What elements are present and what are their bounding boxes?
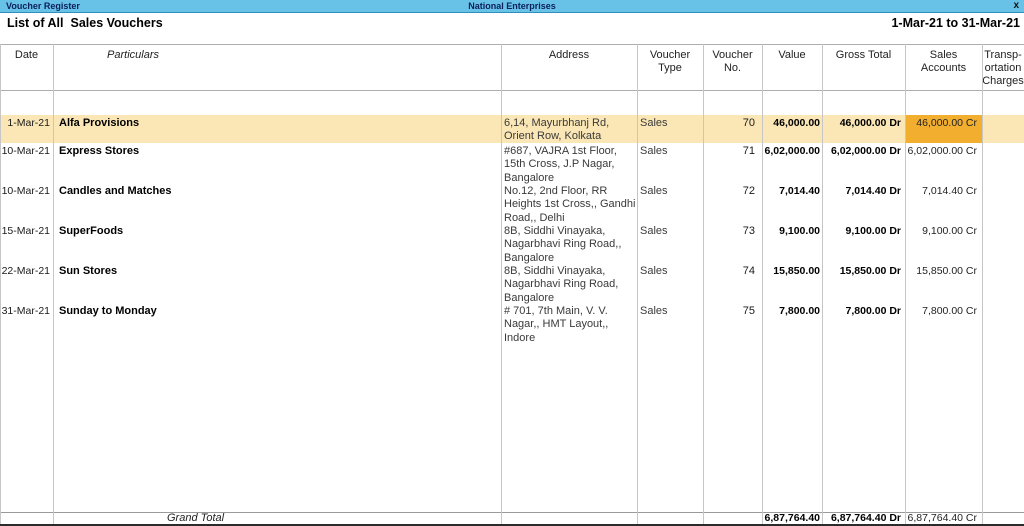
row-voucher-type: Sales bbox=[637, 303, 703, 343]
row-particulars: Sunday to Monday bbox=[53, 303, 501, 343]
row-gross-total: 7,800.00 Dr bbox=[822, 303, 905, 343]
header-bottom-border bbox=[0, 90, 1024, 91]
titlebar: Voucher Register National Enterprises x bbox=[0, 0, 1024, 13]
row-value: 7,014.40 bbox=[762, 183, 822, 223]
row-voucher-no: 70 bbox=[703, 115, 762, 143]
report-title-prefix: List of All bbox=[7, 16, 63, 30]
row-value: 6,02,000.00 bbox=[762, 143, 822, 183]
row-transportation-charges bbox=[982, 143, 1024, 183]
row-sales-accounts[interactable]: 6,02,000.00 Cr bbox=[905, 143, 982, 183]
row-sales-accounts[interactable]: 7,800.00 Cr bbox=[905, 303, 982, 343]
row-particulars: SuperFoods bbox=[53, 223, 501, 263]
row-transportation-charges bbox=[982, 263, 1024, 303]
row-gross-total: 9,100.00 Dr bbox=[822, 223, 905, 263]
row-address: 8B, Siddhi Vinayaka, Nagarbhavi Ring Roa… bbox=[501, 263, 637, 303]
row-voucher-no: 75 bbox=[703, 303, 762, 343]
row-transportation-charges bbox=[982, 183, 1024, 223]
table-row[interactable]: 10-Mar-21 Candles and Matches No.12, 2nd… bbox=[0, 183, 1024, 223]
row-transportation-charges bbox=[982, 115, 1024, 143]
col-header-date: Date bbox=[0, 45, 53, 90]
row-address: 8B, Siddhi Vinayaka, Nagarbhavi Ring Roa… bbox=[501, 223, 637, 263]
row-gross-total: 15,850.00 Dr bbox=[822, 263, 905, 303]
row-voucher-no: 72 bbox=[703, 183, 762, 223]
row-voucher-no: 74 bbox=[703, 263, 762, 303]
col-header-voucher-no: Voucher No. bbox=[703, 45, 762, 90]
row-value: 9,100.00 bbox=[762, 223, 822, 263]
table-row[interactable]: 15-Mar-21 SuperFoods 8B, Siddhi Vinayaka… bbox=[0, 223, 1024, 263]
row-address: #687, VAJRA 1st Floor, 15th Cross, J.P N… bbox=[501, 143, 637, 183]
row-date: 31-Mar-21 bbox=[0, 303, 53, 343]
row-voucher-no: 71 bbox=[703, 143, 762, 183]
col-header-transportation-charges: Transp- ortation Charges bbox=[982, 45, 1024, 90]
row-gross-total: 7,014.40 Dr bbox=[822, 183, 905, 223]
table-row[interactable]: 1-Mar-21 Alfa Provisions 6,14, Mayurbhan… bbox=[0, 115, 1024, 143]
voucher-register-window: Voucher Register National Enterprises x … bbox=[0, 0, 1024, 526]
table-row[interactable]: 10-Mar-21 Express Stores #687, VAJRA 1st… bbox=[0, 143, 1024, 183]
row-particulars: Candles and Matches bbox=[53, 183, 501, 223]
col-header-value: Value bbox=[762, 45, 822, 90]
row-transportation-charges bbox=[982, 303, 1024, 343]
row-voucher-type: Sales bbox=[637, 115, 703, 143]
row-date: 22-Mar-21 bbox=[0, 263, 53, 303]
row-transportation-charges bbox=[982, 223, 1024, 263]
row-address: No.12, 2nd Floor, RR Heights 1st Cross,,… bbox=[501, 183, 637, 223]
col-header-particulars: Particulars bbox=[53, 45, 213, 90]
row-value: 15,850.00 bbox=[762, 263, 822, 303]
row-address: # 701, 7th Main, V. V. Nagar,, HMT Layou… bbox=[501, 303, 637, 343]
table-row[interactable]: 22-Mar-21 Sun Stores 8B, Siddhi Vinayaka… bbox=[0, 263, 1024, 303]
report-title: List of All Sales Vouchers bbox=[7, 16, 163, 30]
row-value: 46,000.00 bbox=[762, 115, 822, 143]
row-date: 15-Mar-21 bbox=[0, 223, 53, 263]
row-voucher-type: Sales bbox=[637, 223, 703, 263]
row-sales-accounts[interactable]: 46,000.00 Cr bbox=[905, 115, 982, 143]
col-header-gross-total: Gross Total bbox=[822, 45, 905, 90]
col-header-address: Address bbox=[501, 45, 637, 90]
row-address: 6,14, Mayurbhanj Rd, Orient Row, Kolkata bbox=[501, 115, 637, 143]
row-sales-accounts[interactable]: 7,014.40 Cr bbox=[905, 183, 982, 223]
col-header-voucher-type: Voucher Type bbox=[637, 45, 703, 90]
row-voucher-type: Sales bbox=[637, 143, 703, 183]
report-period[interactable]: 1-Mar-21 to 31-Mar-21 bbox=[891, 16, 1020, 30]
row-date: 1-Mar-21 bbox=[0, 115, 53, 143]
row-date: 10-Mar-21 bbox=[0, 183, 53, 223]
row-particulars: Express Stores bbox=[53, 143, 501, 183]
row-date: 10-Mar-21 bbox=[0, 143, 53, 183]
row-sales-accounts[interactable]: 15,850.00 Cr bbox=[905, 263, 982, 303]
col-header-sales-accounts: Sales Accounts bbox=[905, 45, 982, 90]
report-header: List of All Sales Vouchers 1-Mar-21 to 31… bbox=[0, 13, 1024, 44]
row-voucher-no: 73 bbox=[703, 223, 762, 263]
row-particulars: Sun Stores bbox=[53, 263, 501, 303]
row-value: 7,800.00 bbox=[762, 303, 822, 343]
table-row[interactable]: 31-Mar-21 Sunday to Monday # 701, 7th Ma… bbox=[0, 303, 1024, 343]
report-title-type: Sales Vouchers bbox=[70, 16, 162, 30]
close-icon[interactable]: x bbox=[1013, 0, 1019, 11]
company-name: National Enterprises bbox=[0, 1, 1024, 11]
row-gross-total: 6,02,000.00 Dr bbox=[822, 143, 905, 183]
row-particulars: Alfa Provisions bbox=[53, 115, 501, 143]
row-voucher-type: Sales bbox=[637, 263, 703, 303]
row-voucher-type: Sales bbox=[637, 183, 703, 223]
row-gross-total: 46,000.00 Dr bbox=[822, 115, 905, 143]
row-sales-accounts[interactable]: 9,100.00 Cr bbox=[905, 223, 982, 263]
grand-total-row: Grand Total 6,87,764.40 6,87,764.40 Dr 6… bbox=[0, 513, 1024, 524]
